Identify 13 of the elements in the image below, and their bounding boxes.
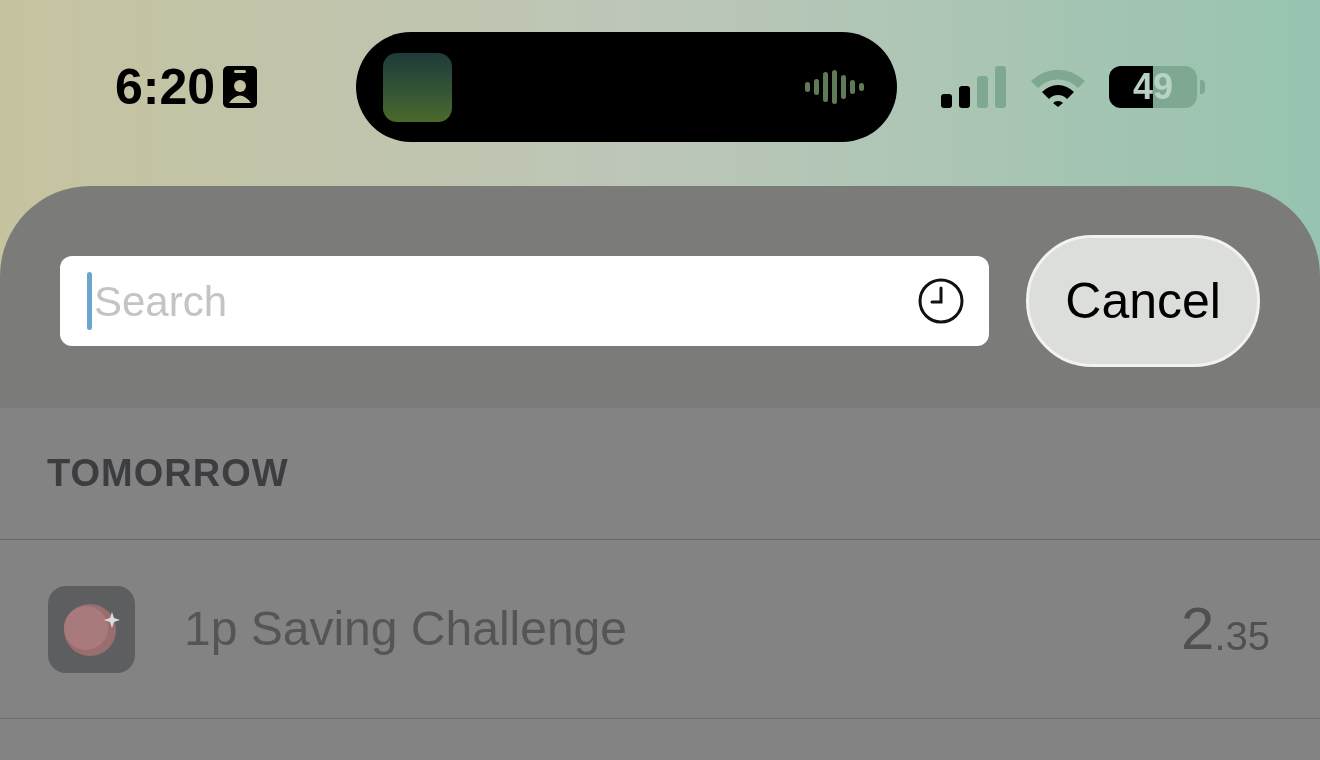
battery-tip-icon [1200,80,1205,94]
wifi-icon [1029,67,1087,107]
section-header: TOMORROW [47,451,289,496]
search-field[interactable]: Search [60,256,990,346]
signal-icon [941,66,1007,108]
id-card-icon [223,66,258,108]
search-input[interactable]: Search [94,269,916,333]
waveform-icon [805,70,867,104]
clock-icon[interactable] [917,277,966,325]
coin-icon [48,585,135,673]
album-art-placeholder [383,52,453,122]
cancel-button[interactable]: Cancel [1026,235,1260,367]
status-time: 6:20 [115,62,216,112]
